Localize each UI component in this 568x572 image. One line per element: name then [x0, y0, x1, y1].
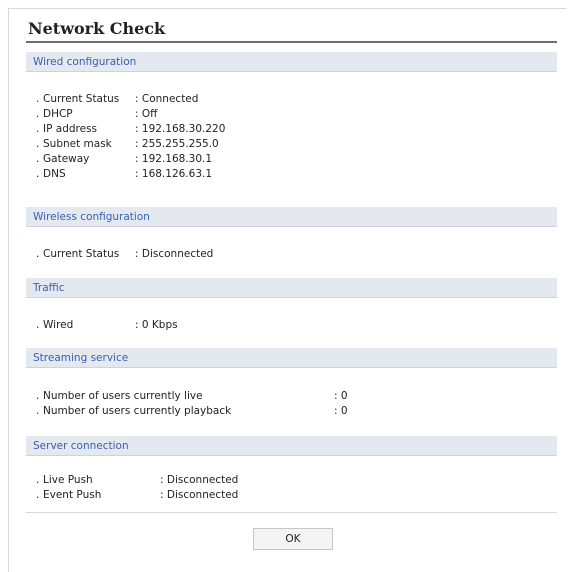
wired-row-dns: . DNS : 168.126.63.1 [36, 168, 213, 180]
row-value: Connected [141, 93, 199, 105]
server-row-event-push: . Event Push : Disconnected [36, 489, 239, 501]
row-label: Event Push [43, 489, 102, 501]
row-value: Off [141, 108, 158, 120]
row-value: Disconnected [141, 248, 214, 260]
wired-row-dhcp: . DHCP : Off [36, 108, 158, 120]
traffic-row-wired: . Wired : 0 Kbps [36, 319, 178, 331]
wired-configuration-header: Wired configuration [26, 52, 557, 72]
wired-row-subnet-mask: . Subnet mask : 255.255.255.0 [36, 138, 219, 150]
server-connection-header: Server connection [26, 436, 557, 456]
traffic-header: Traffic [26, 278, 557, 298]
row-value: 192.168.30.1 [141, 153, 213, 165]
row-label: IP address [43, 123, 98, 135]
row-label: DHCP [43, 108, 73, 120]
streaming-row-playback: . Number of users currently playback : 0 [36, 405, 348, 417]
wired-row-ip-address: . IP address : 192.168.30.220 [36, 123, 226, 135]
footer-divider [26, 512, 557, 513]
row-value: 168.126.63.1 [141, 168, 213, 180]
row-label: Number of users currently playback [43, 405, 232, 417]
row-value: 0 [340, 405, 348, 417]
page-title: Network Check [28, 19, 166, 38]
row-value: 0 Kbps [141, 319, 178, 331]
row-label: Subnet mask [43, 138, 112, 150]
wired-row-gateway: . Gateway : 192.168.30.1 [36, 153, 213, 165]
wired-row-current-status: . Current Status : Connected [36, 93, 199, 105]
title-divider [26, 41, 557, 43]
row-label: DNS [43, 168, 66, 180]
row-label: Current Status [43, 248, 120, 260]
wireless-configuration-header: Wireless configuration [26, 207, 557, 227]
row-value: 0 [340, 390, 348, 402]
row-value: Disconnected [166, 489, 239, 501]
row-value: 255.255.255.0 [141, 138, 219, 150]
server-row-live-push: . Live Push : Disconnected [36, 474, 239, 486]
row-label: Number of users currently live [43, 390, 203, 402]
row-value: Disconnected [166, 474, 239, 486]
streaming-row-live: . Number of users currently live : 0 [36, 390, 348, 402]
wireless-row-current-status: . Current Status : Disconnected [36, 248, 214, 260]
streaming-service-header: Streaming service [26, 348, 557, 368]
row-label: Wired [43, 319, 74, 331]
row-value: 192.168.30.220 [141, 123, 226, 135]
row-label: Gateway [43, 153, 90, 165]
ok-button[interactable]: OK [253, 528, 333, 550]
row-label: Live Push [43, 474, 93, 486]
row-label: Current Status [43, 93, 120, 105]
